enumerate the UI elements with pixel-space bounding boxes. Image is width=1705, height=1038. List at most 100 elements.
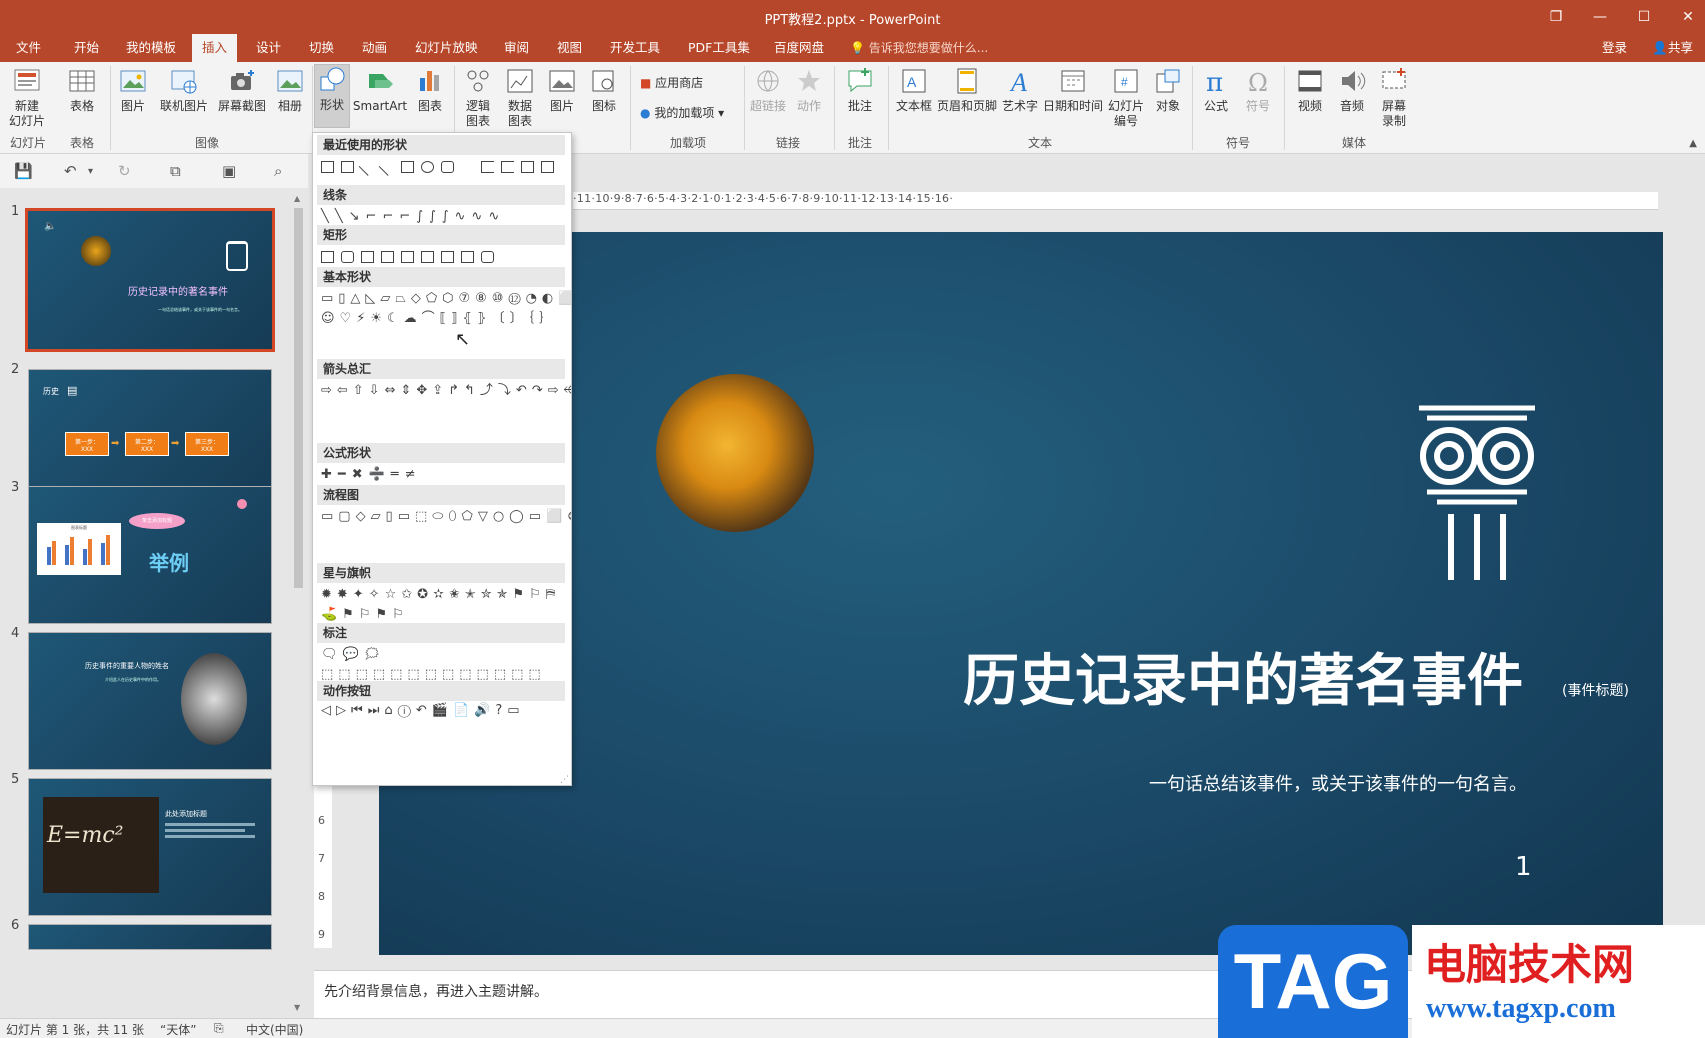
wordart-button[interactable]: A 艺术字 — [1000, 66, 1040, 114]
screenshot-button[interactable]: 屏幕截图 — [216, 66, 268, 114]
smartart-button[interactable]: SmartArt — [352, 66, 408, 114]
undo-dropdown-icon[interactable]: ▾ — [88, 166, 93, 177]
new-slide-button[interactable]: 新建 幻灯片 — [6, 66, 48, 129]
rounded-rect-shape[interactable] — [341, 251, 354, 263]
slide-thumbnail-pane: 1 🔈 历史记录中的著名事件 一句话总结该事件，或关于该事件的一句名言。 2 历… — [0, 188, 294, 1018]
scroll-down-icon[interactable]: ▼ — [294, 1003, 300, 1012]
collapse-ribbon-icon[interactable]: ▲ — [1689, 138, 1697, 149]
arrow-line-shape[interactable] — [378, 158, 397, 176]
close-icon[interactable]: ✕ — [1670, 6, 1705, 28]
slide-title-tag[interactable]: (事件标题) — [1562, 680, 1629, 700]
thumb-step: 第一步： XXX — [65, 432, 109, 456]
tab-pdf-tools[interactable]: PDF工具集 — [678, 34, 760, 62]
album-button[interactable]: 相册 — [272, 66, 308, 114]
save-icon[interactable]: 💾 — [14, 162, 33, 180]
data-chart-button[interactable]: 数据 图表 — [502, 66, 538, 129]
elbow-connector-shape[interactable] — [481, 161, 494, 173]
redo-icon[interactable]: ↻ — [118, 162, 131, 180]
slide-thumbnail-3[interactable]: 图表标题 单击添加标题 举例 — [28, 486, 272, 624]
rectangle-shape[interactable] — [321, 251, 334, 263]
elbow-arrow-shape[interactable] — [501, 161, 514, 173]
triangle-shape[interactable] — [461, 161, 475, 173]
slide-title[interactable]: 历史记录中的著名事件 — [963, 636, 1523, 717]
online-picture-button[interactable]: 联机图片 — [154, 66, 214, 114]
textbox-button[interactable]: A 文本框 — [892, 66, 936, 114]
thumb-chart: 图表标题 — [37, 523, 121, 575]
picture-button[interactable]: 图片 — [114, 66, 152, 114]
slide-thumbnail-1[interactable]: 🔈 历史记录中的著名事件 一句话总结该事件，或关于该事件的一句名言。 — [25, 208, 275, 352]
resize-grip-icon[interactable]: ⋰ — [560, 775, 569, 785]
tab-transitions[interactable]: 切换 — [299, 34, 344, 62]
tab-insert[interactable]: 插入 — [192, 34, 238, 62]
slide-thumbnail-6[interactable] — [28, 924, 272, 950]
tell-me-search[interactable]: 💡 告诉我您想要做什么... — [850, 34, 988, 62]
tab-home[interactable]: 开始 — [64, 34, 109, 62]
share-button[interactable]: 👤共享 — [1652, 34, 1693, 62]
audio-button[interactable]: 音频 — [1334, 66, 1370, 114]
restore-icon[interactable]: ❐ — [1538, 6, 1574, 28]
table-button[interactable]: 表格 — [62, 66, 102, 114]
tab-view[interactable]: 视图 — [547, 34, 592, 62]
snip-rect-shape[interactable] — [461, 251, 474, 263]
video-button[interactable]: 视频 — [1292, 66, 1328, 114]
tab-review[interactable]: 审阅 — [494, 34, 539, 62]
tab-baidu-netdisk[interactable]: 百度网盘 — [764, 34, 834, 62]
round-rect-shape[interactable] — [481, 251, 494, 263]
scrollbar-thumb[interactable] — [294, 208, 303, 588]
tab-my-templates[interactable]: 我的模板 — [116, 34, 186, 62]
object-button[interactable]: 对象 — [1150, 66, 1186, 114]
chart-button[interactable]: 图表 — [412, 66, 448, 114]
picture2-button[interactable]: 图片 — [544, 66, 580, 114]
rounded-rect-shape[interactable] — [441, 161, 454, 173]
slide-thumbnail-4[interactable]: 历史事件的重要人物的姓名 介绍此人在历史事件中的作用。 — [28, 632, 272, 770]
thumbnail-scrollbar[interactable]: ▲ ▼ — [292, 194, 305, 1012]
symbol-button[interactable]: Ω 符号 — [1240, 66, 1276, 114]
hyperlink-button[interactable]: 超链接 — [748, 66, 788, 114]
maximize-icon[interactable]: ☐ — [1626, 6, 1662, 28]
snip-rect-shape[interactable] — [381, 251, 394, 263]
action-button[interactable]: 动作 — [792, 66, 826, 114]
textbox-shape[interactable] — [321, 161, 334, 173]
slide-thumbnail-5[interactable]: E=mc² 此处添加标题 — [28, 778, 272, 916]
scroll-up-icon[interactable]: ▲ — [294, 194, 300, 203]
language[interactable]: 中文(中国) — [246, 1021, 303, 1038]
tab-animations[interactable]: 动画 — [352, 34, 397, 62]
tab-file[interactable]: 文件 — [6, 34, 51, 62]
notes-text[interactable]: 先介绍背景信息，再进入主题讲解。 — [324, 981, 548, 1001]
my-addins-button[interactable]: ● 我的加载项 ▾ — [640, 104, 724, 121]
tab-design[interactable]: 设计 — [246, 34, 291, 62]
header-footer-button[interactable]: 页眉和页脚 — [934, 66, 1000, 114]
oval-shape[interactable] — [421, 161, 434, 173]
datetime-button[interactable]: 日期和时间 — [1040, 66, 1106, 114]
new-slide-qat-icon[interactable]: ▣ — [222, 162, 236, 180]
logic-chart-button[interactable]: 逻辑 图表 — [460, 66, 496, 129]
customize-qat-icon[interactable]: ⌕ — [274, 162, 282, 180]
snip-rect-shape[interactable] — [441, 251, 454, 263]
snip-rect-shape[interactable] — [421, 251, 434, 263]
column-logo-icon[interactable] — [1413, 404, 1541, 584]
down-arrow-shape[interactable] — [541, 161, 554, 173]
vertical-textbox-shape[interactable] — [341, 161, 354, 173]
slide-subtitle[interactable]: 一句话总结该事件，或关于该事件的一句名言。 — [1149, 770, 1527, 796]
screen-record-button[interactable]: 屏幕 录制 — [1376, 66, 1412, 129]
equation-button[interactable]: π 公式 — [1198, 66, 1234, 114]
leaf-circle-image[interactable] — [656, 374, 814, 532]
minimize-icon[interactable]: — — [1582, 6, 1618, 28]
store-button[interactable]: ■ 应用商店 — [640, 74, 703, 91]
slide-page-number[interactable]: 1 — [1515, 852, 1532, 882]
right-arrow-shape[interactable] — [521, 161, 534, 173]
snip-rect-shape[interactable] — [401, 251, 414, 263]
rectangle-shape[interactable] — [401, 161, 414, 173]
slide-number-button[interactable]: # 幻灯片 编号 — [1104, 66, 1148, 129]
line-shape[interactable] — [358, 158, 377, 176]
undo-icon[interactable]: ↶ — [64, 162, 77, 180]
login-link[interactable]: 登录 — [1602, 34, 1627, 62]
spell-check-icon[interactable]: ⎘ — [214, 1021, 224, 1036]
tab-slideshow[interactable]: 幻灯片放映 — [405, 34, 488, 62]
tab-developer[interactable]: 开发工具 — [600, 34, 670, 62]
comment-button[interactable]: 批注 — [842, 66, 878, 114]
icon-button[interactable]: 图标 — [586, 66, 622, 114]
start-slideshow-icon[interactable]: ⧉ — [170, 162, 181, 180]
snip-rect-shape[interactable] — [361, 251, 374, 263]
shapes-button[interactable]: 形状 — [314, 64, 350, 128]
